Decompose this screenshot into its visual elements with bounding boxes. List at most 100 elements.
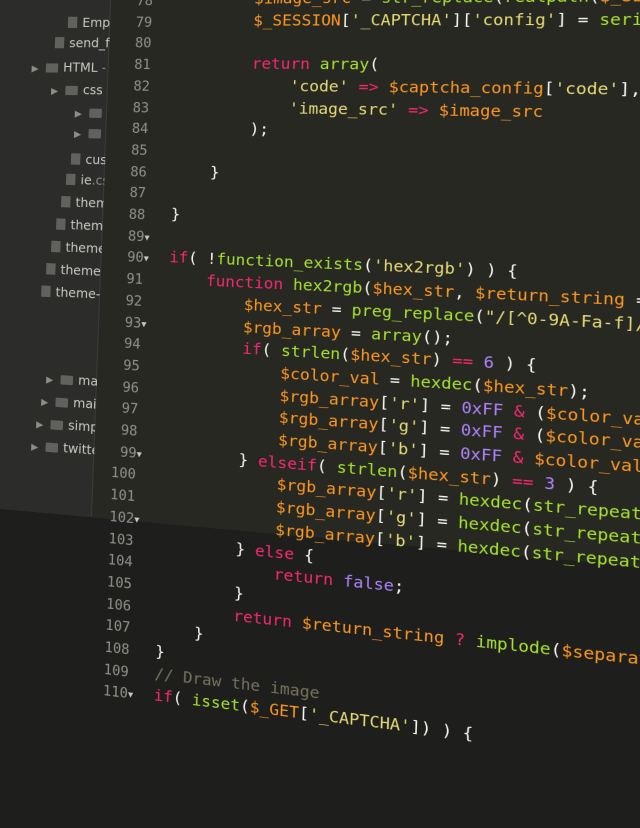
sidebar-folder-css[interactable]: ▶ css <box>51 80 103 101</box>
file-icon <box>67 16 78 28</box>
code-token: $rgb_array <box>274 521 376 549</box>
code-line[interactable]: return array( <box>176 56 380 74</box>
code-line[interactable]: } <box>156 622 204 644</box>
line-number: 81 <box>133 57 151 74</box>
code-token: hexdec <box>458 491 523 515</box>
code-token: [ <box>375 507 387 527</box>
line-number: 96 <box>122 379 140 397</box>
disclosure-triangle-icon[interactable]: ▶ <box>31 59 46 79</box>
line-number: 103 <box>108 530 134 550</box>
code-token: $image_src <box>438 101 544 121</box>
code-token: $rgb_array <box>277 432 378 457</box>
code-line[interactable]: } <box>172 163 220 181</box>
fold-arrow-icon[interactable]: ▼ <box>136 449 141 459</box>
code-line[interactable]: $_SESSION['_CAPTCHA']['config'] = serial… <box>177 10 640 30</box>
code-token: ( <box>521 496 534 516</box>
code-token: $hex_str <box>350 346 432 370</box>
code-token: $rgb_array <box>275 499 376 526</box>
code-token: $separator <box>561 641 640 672</box>
fold-arrow-icon[interactable]: ▼ <box>144 254 149 264</box>
code-token: $_GET <box>249 699 300 723</box>
disclosure-triangle-icon[interactable]: ▶ <box>46 370 61 392</box>
line-number: 100 <box>110 465 137 484</box>
code-token: 0xFF <box>459 445 503 467</box>
disclosure-triangle-icon[interactable]: ▶ <box>51 82 66 102</box>
code-token: ( <box>589 0 600 6</box>
line-number: 92 <box>125 293 143 310</box>
code-line[interactable]: } <box>171 207 181 224</box>
code-token: $hex_str <box>482 377 569 401</box>
disclosure-triangle-icon[interactable]: ▶ <box>74 125 89 146</box>
code-token: 'r' <box>386 485 418 506</box>
file-icon <box>46 263 56 275</box>
code-token: & <box>512 449 524 468</box>
code-token: $rgb_array <box>276 476 377 503</box>
sidebar-item-label: css <box>82 82 103 98</box>
code-token: "/[^0-9A-Fa-f]/" <box>484 308 640 335</box>
line-number: 108 <box>104 639 130 659</box>
code-token: (); <box>421 328 454 348</box>
code-token: ( <box>340 346 351 365</box>
code-line[interactable]: ); <box>174 120 269 139</box>
code-token: ( <box>316 457 338 477</box>
code-token: { <box>293 545 315 566</box>
code-token: ( <box>550 640 562 661</box>
fold-arrow-icon[interactable]: ▼ <box>134 515 139 525</box>
code-token: 'config' <box>472 11 557 30</box>
code-token: [ <box>376 484 387 504</box>
code-token: hexdec <box>457 537 522 562</box>
code-line[interactable]: 'image_src' => $image_src <box>174 99 544 121</box>
fold-arrow-icon[interactable]: ▼ <box>128 690 134 700</box>
code-line[interactable]: } <box>155 644 165 662</box>
code-token: } <box>158 533 256 560</box>
code-token: 6 <box>483 354 495 373</box>
code-token: == <box>451 352 474 372</box>
code-token: elseif <box>257 453 318 475</box>
line-number: 79 <box>135 15 153 31</box>
code-token: = <box>321 300 352 320</box>
line-number: 105 <box>106 574 133 593</box>
code-token: $rgb_array <box>279 387 380 412</box>
line-number: 91 <box>126 271 144 289</box>
code-token: [ <box>543 80 555 99</box>
line-number: 83 <box>132 100 150 117</box>
line-number: 99 <box>119 444 137 462</box>
code-token: str_replace <box>381 0 494 7</box>
code-token: strlen <box>280 343 341 364</box>
code-token: ); <box>567 382 591 403</box>
code-token: $captcha_config <box>388 79 545 98</box>
sidebar-folder-html[interactable]: ▶ HTML - <box>31 57 106 78</box>
fold-arrow-icon[interactable]: ▼ <box>141 319 146 329</box>
code-token: if <box>153 687 173 708</box>
fold-arrow-icon[interactable]: ▼ <box>144 233 149 243</box>
code-token: 'b' <box>384 531 417 552</box>
code-line[interactable]: $image_src = str_replace(realpath($_SERV… <box>178 0 640 8</box>
line-number: 104 <box>107 552 133 571</box>
disclosure-triangle-icon[interactable]: ▶ <box>41 392 56 414</box>
code-token: = <box>351 0 381 7</box>
code-token: $color_val <box>533 450 640 477</box>
code-token: $hex_str <box>372 280 455 302</box>
code-token: 'hex2rgb' <box>372 257 466 280</box>
code-token: } <box>170 206 181 224</box>
code-token: ( <box>520 543 532 563</box>
code-editor[interactable]: $image_src = str_replace(realpath($_SERV… <box>149 0 640 745</box>
line-number: 86 <box>129 164 148 181</box>
code-token: str_repeat <box>531 544 640 573</box>
code-token: } <box>162 445 259 471</box>
code-line[interactable]: 'code' => $captcha_config['code'], <box>175 77 640 99</box>
code-line[interactable]: } <box>157 577 244 603</box>
code-token: 'code' <box>554 80 620 99</box>
code-token: 'g' <box>388 417 420 438</box>
disclosure-triangle-icon[interactable]: ▶ <box>31 437 46 459</box>
